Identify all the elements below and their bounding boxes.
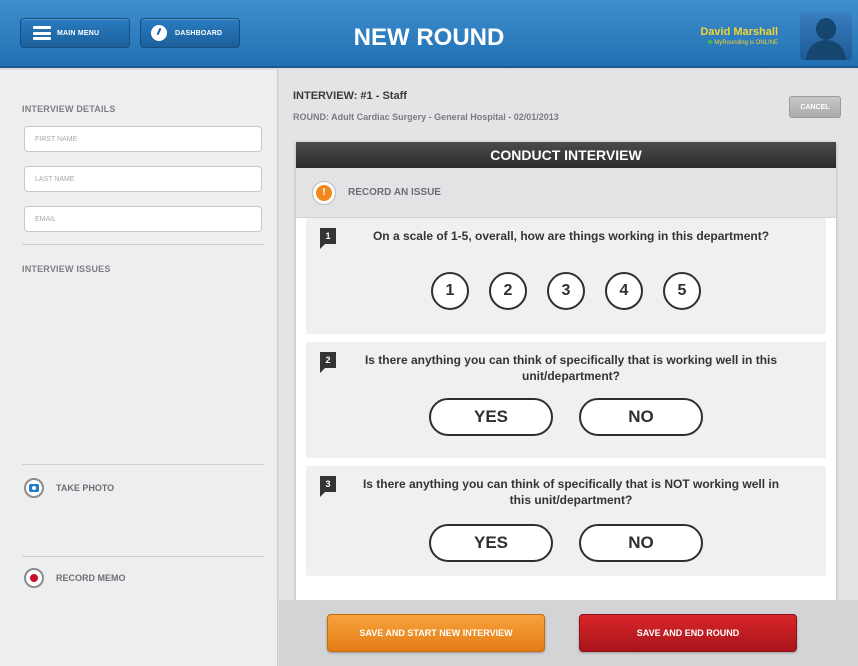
question-number: 3 — [320, 476, 336, 497]
user-name: David Marshall — [700, 26, 778, 38]
user-status-text: MyRounding is ONLINE — [714, 40, 778, 46]
record-memo-button[interactable]: RECORD MEMO — [24, 568, 126, 588]
rating-option-2[interactable]: 2 — [489, 272, 527, 310]
save-and-end-round-button[interactable]: SAVE AND END ROUND — [579, 614, 797, 652]
yes-no-group: YES NO — [306, 524, 826, 562]
first-name-field[interactable]: FIRST NAME — [24, 126, 262, 152]
question-card: 2 Is there anything you can think of spe… — [306, 342, 826, 458]
divider — [22, 556, 264, 557]
question-text: On a scale of 1-5, overall, how are thin… — [372, 229, 770, 243]
divider — [22, 464, 264, 465]
cancel-button[interactable]: CANCEL — [789, 96, 841, 118]
yes-button[interactable]: YES — [429, 524, 553, 562]
take-photo-label: TAKE PHOTO — [56, 483, 115, 493]
yes-no-group: YES NO — [306, 398, 826, 436]
last-name-field[interactable]: LAST NAME — [24, 166, 262, 192]
record-memo-label: RECORD MEMO — [56, 573, 126, 583]
camera-icon — [24, 478, 44, 498]
rating-option-4[interactable]: 4 — [605, 272, 643, 310]
question-text: Is there anything you can think of speci… — [364, 353, 778, 383]
question-number: 1 — [320, 228, 336, 249]
question-text: Is there anything you can think of speci… — [362, 477, 780, 507]
no-button[interactable]: NO — [579, 398, 703, 436]
user-status: MyRounding is ONLINE — [708, 40, 778, 46]
record-issue-button[interactable]: ! RECORD AN ISSUE — [296, 168, 836, 218]
question-card: 3 Is there anything you can think of spe… — [306, 466, 826, 576]
conduct-interview-panel: CONDUCT INTERVIEW ! RECORD AN ISSUE 1 On… — [296, 142, 836, 662]
main-content: INTERVIEW: #1 - Staff ROUND: Adult Cardi… — [279, 70, 858, 666]
avatar-icon[interactable] — [800, 12, 852, 60]
interview-title: INTERVIEW: #1 - Staff — [293, 90, 407, 102]
interview-issues-title: INTERVIEW ISSUES — [22, 264, 111, 274]
save-and-start-new-button[interactable]: SAVE AND START NEW INTERVIEW — [327, 614, 545, 652]
record-icon — [24, 568, 44, 588]
rating-option-1[interactable]: 1 — [431, 272, 469, 310]
rating-option-5[interactable]: 5 — [663, 272, 701, 310]
email-field[interactable]: EMAIL — [24, 206, 262, 232]
yes-button[interactable]: YES — [429, 398, 553, 436]
app-header: MAIN MENU DASHBOARD NEW ROUND David Mars… — [0, 0, 858, 68]
no-button[interactable]: NO — [579, 524, 703, 562]
rating-option-3[interactable]: 3 — [547, 272, 585, 310]
alert-icon: ! — [312, 180, 336, 205]
divider — [22, 244, 264, 245]
interview-details-title: INTERVIEW DETAILS — [22, 104, 116, 114]
online-status-icon — [708, 40, 713, 44]
take-photo-button[interactable]: TAKE PHOTO — [24, 478, 114, 498]
sidebar: INTERVIEW DETAILS FIRST NAME LAST NAME E… — [0, 70, 278, 666]
footer-actions: SAVE AND START NEW INTERVIEW SAVE AND EN… — [279, 600, 858, 666]
rating-scale: 1 2 3 4 5 — [306, 272, 826, 310]
question-card: 1 On a scale of 1-5, overall, how are th… — [306, 218, 826, 334]
questions-list: 1 On a scale of 1-5, overall, how are th… — [296, 218, 836, 576]
round-info: ROUND: Adult Cardiac Surgery - General H… — [293, 112, 559, 122]
question-number: 2 — [320, 352, 336, 373]
record-issue-label: RECORD AN ISSUE — [348, 187, 441, 198]
panel-title: CONDUCT INTERVIEW — [296, 142, 836, 168]
